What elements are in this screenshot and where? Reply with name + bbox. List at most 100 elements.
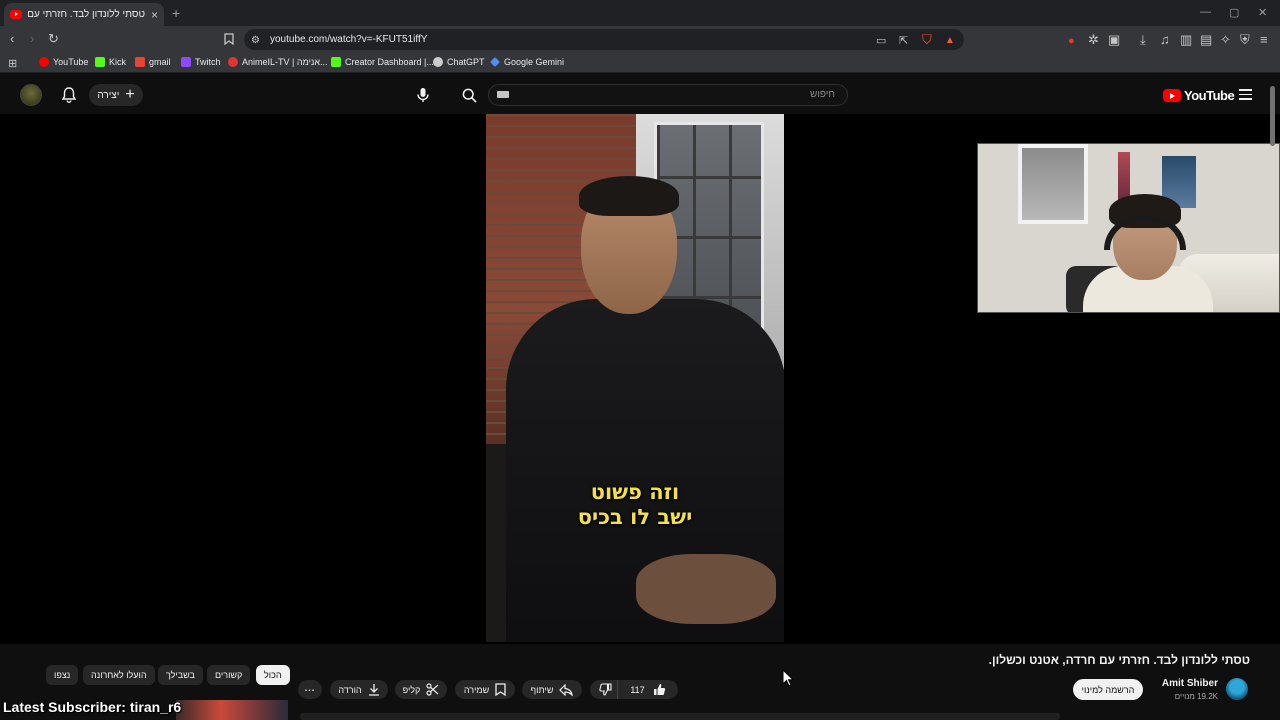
notifications-bell-icon[interactable] — [60, 86, 78, 104]
search-icon — [462, 88, 477, 103]
video-frame[interactable] — [486, 114, 784, 642]
downloads-icon[interactable]: ⤓ — [1140, 33, 1146, 47]
caption-line-2: ישב לו בכיס — [577, 505, 693, 529]
browser-tab-active[interactable]: טסתי ללונדון לבד. חזרתי עם חרדה... × — [4, 3, 164, 26]
save-label: שמירה — [463, 684, 490, 695]
record-extension-icon[interactable]: ● — [1068, 34, 1075, 48]
leo-ai-icon[interactable]: ✧ — [1220, 33, 1231, 47]
close-tab-icon[interactable]: × — [151, 8, 158, 22]
scissors-icon — [426, 683, 439, 696]
cast-icon[interactable]: ▭ — [876, 34, 886, 48]
bookmark-chatgpt[interactable]: ChatGPT — [433, 57, 485, 67]
mouse-cursor-icon — [782, 669, 794, 687]
media-icon[interactable]: ♫ — [1160, 33, 1170, 47]
video-title: טסתי ללונדון לבד. חזרתי עם חרדה, אטנט וכ… — [988, 653, 1250, 667]
keyboard-icon[interactable] — [497, 91, 509, 98]
save-button[interactable]: שמירה — [455, 680, 515, 699]
kick-icon — [331, 57, 341, 67]
more-icon: ... — [304, 682, 316, 693]
vpn-icon[interactable]: ⛨ — [1240, 33, 1250, 47]
gemini-icon — [490, 57, 500, 67]
clip-button[interactable]: קליפ — [395, 680, 447, 699]
subscriber-count: 19.2K מנויים — [1174, 692, 1218, 701]
menu-icon[interactable]: ≡ — [1260, 33, 1268, 47]
create-label: יצירה — [97, 89, 120, 101]
clip-label: קליפ — [402, 684, 421, 695]
share-button[interactable]: שיתוף — [522, 680, 582, 699]
sidebar-icon[interactable]: ▥ — [1180, 33, 1192, 47]
dislike-button[interactable] — [594, 680, 618, 699]
bookmark-kick[interactable]: Kick — [95, 57, 126, 67]
bookmark-page-icon[interactable] — [224, 33, 234, 48]
minimize-icon[interactable]: — — [1200, 6, 1211, 18]
brave-rewards-icon[interactable]: ▲ — [945, 34, 955, 48]
search-button[interactable] — [454, 83, 484, 107]
bookmark-twitch[interactable]: Twitch — [181, 57, 221, 67]
plus-icon: + — [125, 86, 135, 103]
brave-shield-icon[interactable]: ⛉ — [922, 33, 932, 47]
channel-name[interactable]: Amit Shiber — [1162, 678, 1218, 689]
download-icon — [368, 684, 379, 696]
chip-related[interactable]: קשורים — [207, 665, 251, 685]
person-hands — [636, 554, 776, 624]
back-icon[interactable]: ‹ — [10, 32, 14, 46]
channel-avatar[interactable] — [1226, 678, 1248, 700]
new-tab-button[interactable]: + — [172, 5, 180, 21]
search-input[interactable] — [488, 84, 848, 106]
extensions-icon[interactable]: ✲ — [1088, 33, 1099, 47]
chip-recently-uploaded[interactable]: הועלו לאחרונה — [83, 665, 155, 685]
forward-icon[interactable]: › — [30, 32, 34, 46]
webcam-poster — [1118, 152, 1130, 202]
recommended-thumbnail[interactable] — [176, 700, 288, 720]
twitch-icon — [181, 57, 191, 67]
maximize-icon[interactable]: ▢ — [1229, 6, 1239, 19]
site-info-icon[interactable]: ⚙ — [251, 34, 260, 48]
like-count: 117 — [630, 684, 645, 695]
description-box-edge — [300, 713, 1060, 720]
search-placeholder: חיפוש — [810, 89, 835, 100]
tab-title: טסתי ללונדון לבד. חזרתי עם חרדה... — [28, 9, 145, 20]
subscribe-button[interactable]: הרשמה למינוי — [1073, 679, 1143, 700]
share-icon — [559, 683, 574, 696]
thumbs-down-icon — [599, 683, 612, 696]
youtube-icon — [39, 57, 49, 67]
like-button[interactable]: 117 — [618, 680, 678, 699]
tab-search-icon[interactable]: ▣ — [1108, 33, 1120, 47]
apps-grid-icon[interactable]: ⊞ — [8, 57, 17, 71]
share-label: שיתוף — [530, 684, 554, 695]
chip-all[interactable]: הכול — [256, 665, 290, 685]
bookmark-creator-dashboard[interactable]: Creator Dashboard |... — [331, 57, 434, 67]
youtube-play-icon — [1163, 89, 1181, 102]
guide-menu-icon[interactable] — [1239, 89, 1252, 100]
microphone-icon — [417, 88, 429, 102]
bookmark-gmail[interactable]: gmail — [135, 57, 171, 67]
bookmark-gemini[interactable]: Google Gemini — [490, 57, 564, 67]
more-actions-button[interactable]: ... — [298, 680, 322, 699]
chip-for-you[interactable]: בשבילך — [158, 665, 203, 685]
youtube-logo[interactable]: YouTube — [1163, 88, 1235, 103]
account-avatar[interactable] — [20, 84, 42, 106]
youtube-favicon-icon — [10, 10, 22, 19]
animeil-icon — [228, 57, 238, 67]
webcam-room-window — [1018, 144, 1088, 224]
bookmark-youtube[interactable]: YouTube — [39, 57, 88, 67]
share-page-icon[interactable]: ⇱ — [899, 34, 908, 48]
person-hair — [579, 176, 679, 216]
reload-icon[interactable]: ↻ — [48, 32, 59, 46]
wallet-icon[interactable]: ▤ — [1200, 33, 1212, 47]
page-scrollbar[interactable] — [1270, 86, 1275, 146]
youtube-logo-text: YouTube — [1184, 88, 1235, 103]
url-text[interactable]: youtube.com/watch?v=-KFUT51iffY — [270, 34, 427, 45]
gmail-icon — [135, 57, 145, 67]
kick-icon — [95, 57, 105, 67]
thumbs-up-icon — [653, 684, 665, 695]
create-button[interactable]: יצירה + — [89, 84, 143, 106]
window-close-icon[interactable]: ✕ — [1258, 6, 1267, 19]
chip-watched[interactable]: נצפו — [46, 665, 79, 685]
bookmark-animeil[interactable]: AnimeIL-TV | אנימה... — [228, 57, 328, 67]
stream-overlay-latest-subscriber: Latest Subscriber: tiran_r6 — [3, 699, 182, 715]
download-button[interactable]: הורדה — [330, 680, 388, 699]
voice-search-button[interactable] — [410, 83, 436, 107]
chatgpt-icon — [433, 57, 443, 67]
webcam-overlay — [977, 143, 1280, 313]
